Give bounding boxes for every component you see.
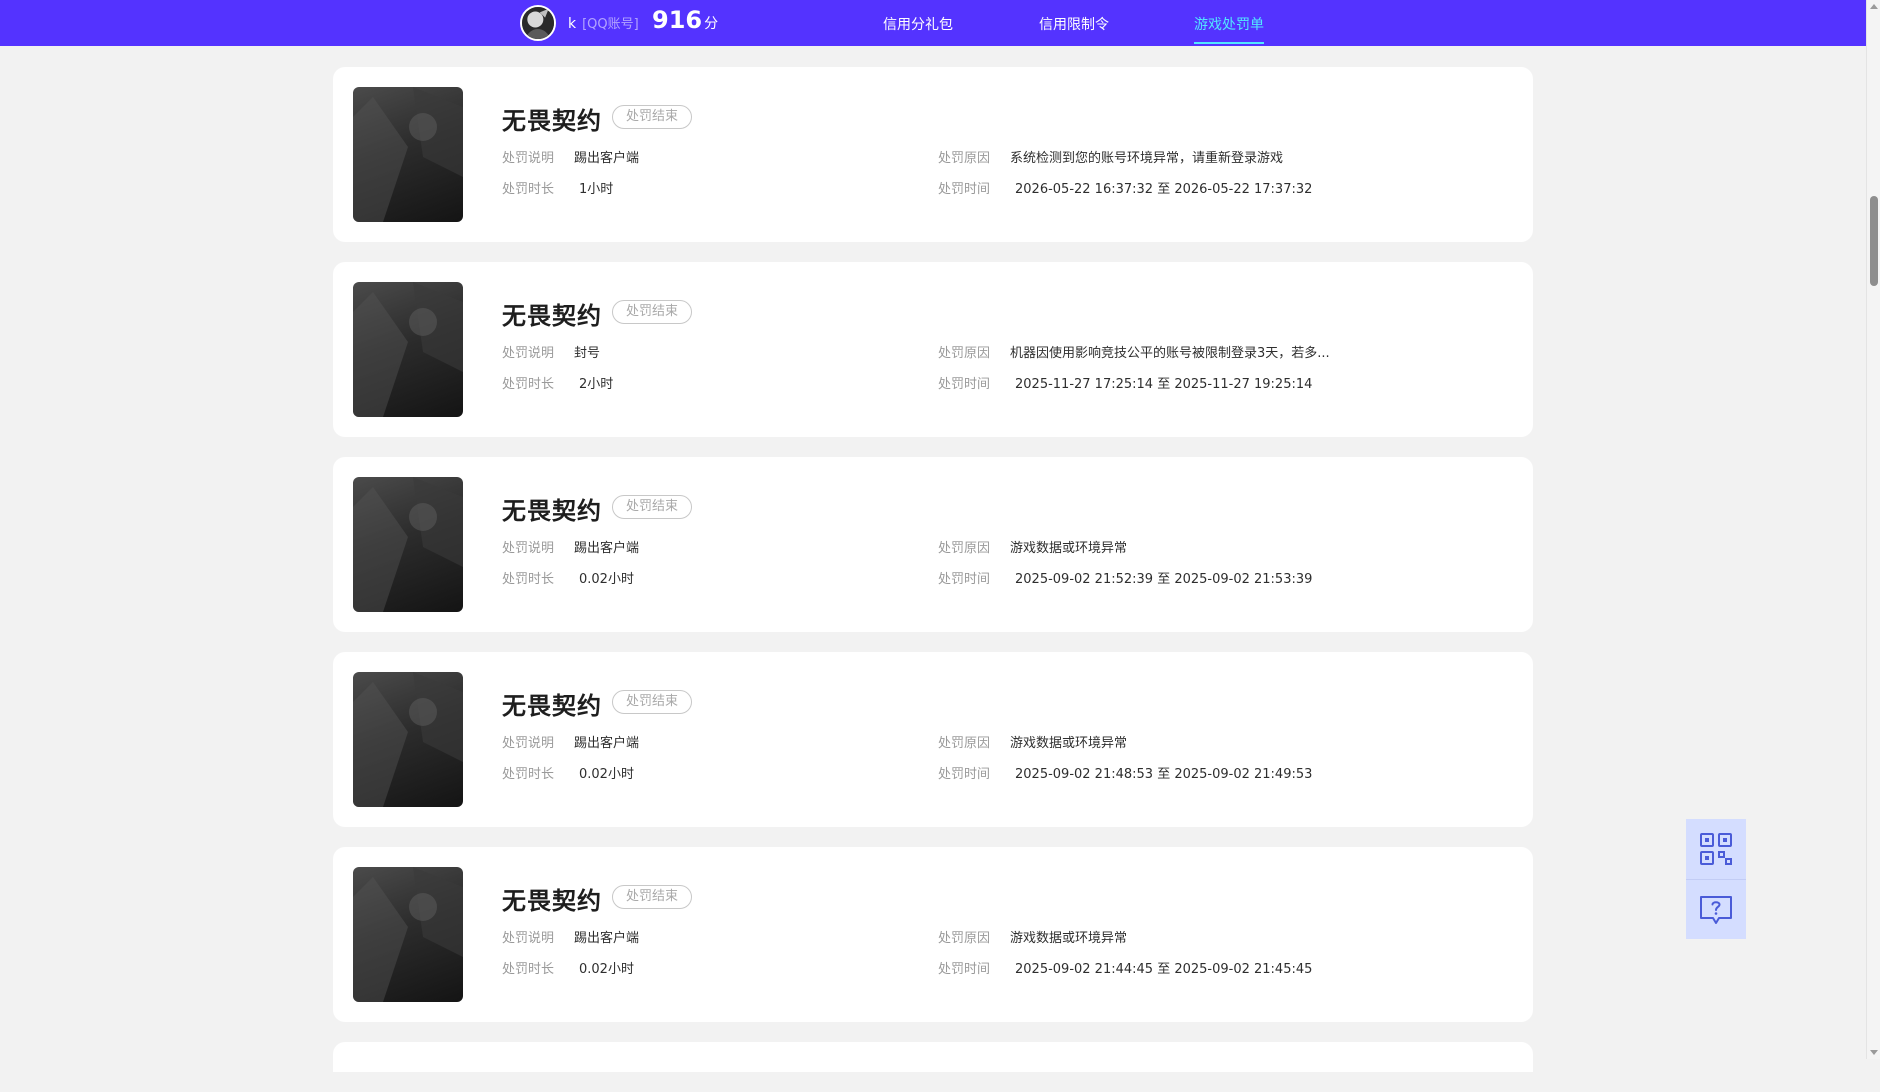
penalty-desc-label: 处罚说明 [502, 151, 555, 166]
game-cover-image [353, 672, 463, 807]
penalty-desc-value: 封号 [574, 346, 601, 361]
penalty-card: 无畏契约 处罚结束 处罚说明 踢出客户端 处罚时长 0.02小时 处罚原因 游戏… [333, 457, 1533, 632]
penalty-desc-value: 踢出客户端 [574, 736, 640, 751]
penalty-duration-value: 2小时 [579, 377, 614, 392]
credit-score-unit: 分 [704, 16, 719, 32]
penalty-desc-label: 处罚说明 [502, 931, 555, 946]
credit-score-value: 916 [652, 6, 703, 34]
game-cover-image [353, 867, 463, 1002]
penalty-duration-label: 处罚时长 [502, 962, 555, 977]
scroll-up-arrow-icon[interactable] [1870, 4, 1878, 9]
penalty-duration-label: 处罚时长 [502, 572, 555, 587]
tab-credit-gift[interactable]: 信用分礼包 [883, 14, 953, 34]
feedback-help-button[interactable] [1686, 879, 1746, 939]
status-badge: 处罚结束 [612, 690, 693, 714]
penalty-reason-label: 处罚原因 [938, 346, 991, 361]
penalty-reason-value: 系统检测到您的账号环境异常，请重新登录游戏 [1010, 151, 1284, 166]
top-nav-bar: k [QQ账号] 916 分 信用分礼包 信用限制令 游戏处罚单 [0, 0, 1866, 46]
penalty-time-label: 处罚时间 [938, 182, 991, 197]
penalty-record-list: 无畏契约 处罚结束 处罚说明 踢出客户端 处罚时长 1小时 处罚原因 系统检测到… [333, 67, 1533, 1092]
penalty-duration-value: 1小时 [579, 182, 614, 197]
penalty-card: 无畏契约 处罚结束 处罚说明 踢出客户端 处罚时长 1小时 处罚原因 系统检测到… [333, 67, 1533, 242]
penalty-card: 无畏契约 处罚结束 处罚说明 踢出客户端 处罚时长 0.02小时 处罚原因 游戏… [333, 847, 1533, 1022]
credit-score: 916 分 [652, 6, 718, 34]
feedback-help-icon [1700, 895, 1732, 924]
game-cover-image [353, 282, 463, 417]
game-cover-image [353, 87, 463, 222]
status-badge: 处罚结束 [612, 300, 693, 324]
penalty-duration-value: 0.02小时 [579, 767, 634, 782]
penalty-time-label: 处罚时间 [938, 962, 991, 977]
penalty-reason-label: 处罚原因 [938, 931, 991, 946]
penalty-reason-value: 游戏数据或环境异常 [1010, 736, 1128, 751]
tab-game-penalty[interactable]: 游戏处罚单 [1194, 14, 1264, 44]
scrollbar-thumb[interactable] [1870, 196, 1878, 286]
game-title: 无畏契约 [502, 497, 602, 525]
penalty-card: 无畏契约 处罚结束 处罚说明 封号 处罚时长 2小时 处罚原因 机器因使用影响竞… [333, 262, 1533, 437]
scroll-down-arrow-icon[interactable] [1870, 1050, 1878, 1055]
penalty-reason-label: 处罚原因 [938, 736, 991, 751]
tab-credit-restriction[interactable]: 信用限制令 [1039, 14, 1109, 34]
penalty-desc-label: 处罚说明 [502, 346, 555, 361]
penalty-desc-label: 处罚说明 [502, 736, 555, 751]
penalty-time-value: 2026-05-22 16:37:32 至 2026-05-22 17:37:3… [1015, 182, 1313, 197]
game-cover-image [353, 477, 463, 612]
penalty-reason-value: 机器因使用影响竞技公平的账号被限制登录3天，若多... [1010, 346, 1330, 361]
penalty-duration-value: 0.02小时 [579, 572, 634, 587]
user-avatar[interactable] [520, 5, 556, 41]
game-title: 无畏契约 [502, 107, 602, 135]
penalty-reason-value: 游戏数据或环境异常 [1010, 931, 1128, 946]
penalty-time-label: 处罚时间 [938, 767, 991, 782]
status-badge: 处罚结束 [612, 495, 693, 519]
status-badge: 处罚结束 [612, 105, 693, 129]
penalty-time-value: 2025-09-02 21:48:53 至 2025-09-02 21:49:5… [1015, 767, 1313, 782]
qr-code-icon [1700, 833, 1732, 865]
game-title: 无畏契约 [502, 692, 602, 720]
penalty-duration-label: 处罚时长 [502, 377, 555, 392]
penalty-reason-value: 游戏数据或环境异常 [1010, 541, 1128, 556]
penalty-card-partial [333, 1042, 1533, 1072]
penalty-time-value: 2025-11-27 17:25:14 至 2025-11-27 19:25:1… [1015, 377, 1313, 392]
username-text: k [568, 16, 577, 32]
username: k [QQ账号] [568, 13, 639, 32]
game-title: 无畏契约 [502, 887, 602, 915]
qr-code-button[interactable] [1686, 819, 1746, 879]
penalty-reason-label: 处罚原因 [938, 541, 991, 556]
penalty-desc-label: 处罚说明 [502, 541, 555, 556]
account-type: [QQ账号] [582, 17, 639, 32]
game-title: 无畏契约 [502, 302, 602, 330]
penalty-reason-label: 处罚原因 [938, 151, 991, 166]
penalty-desc-value: 踢出客户端 [574, 541, 640, 556]
avatar-image [522, 7, 554, 39]
penalty-card: 无畏契约 处罚结束 处罚说明 踢出客户端 处罚时长 0.02小时 处罚原因 游戏… [333, 652, 1533, 827]
page-scrollbar[interactable] [1866, 0, 1880, 1059]
penalty-time-label: 处罚时间 [938, 377, 991, 392]
penalty-duration-value: 0.02小时 [579, 962, 634, 977]
penalty-duration-label: 处罚时长 [502, 182, 555, 197]
floating-tool-panel [1686, 819, 1746, 939]
penalty-desc-value: 踢出客户端 [574, 151, 640, 166]
status-badge: 处罚结束 [612, 885, 693, 909]
penalty-time-value: 2025-09-02 21:52:39 至 2025-09-02 21:53:3… [1015, 572, 1313, 587]
penalty-time-value: 2025-09-02 21:44:45 至 2025-09-02 21:45:4… [1015, 962, 1313, 977]
penalty-duration-label: 处罚时长 [502, 767, 555, 782]
penalty-time-label: 处罚时间 [938, 572, 991, 587]
penalty-desc-value: 踢出客户端 [574, 931, 640, 946]
